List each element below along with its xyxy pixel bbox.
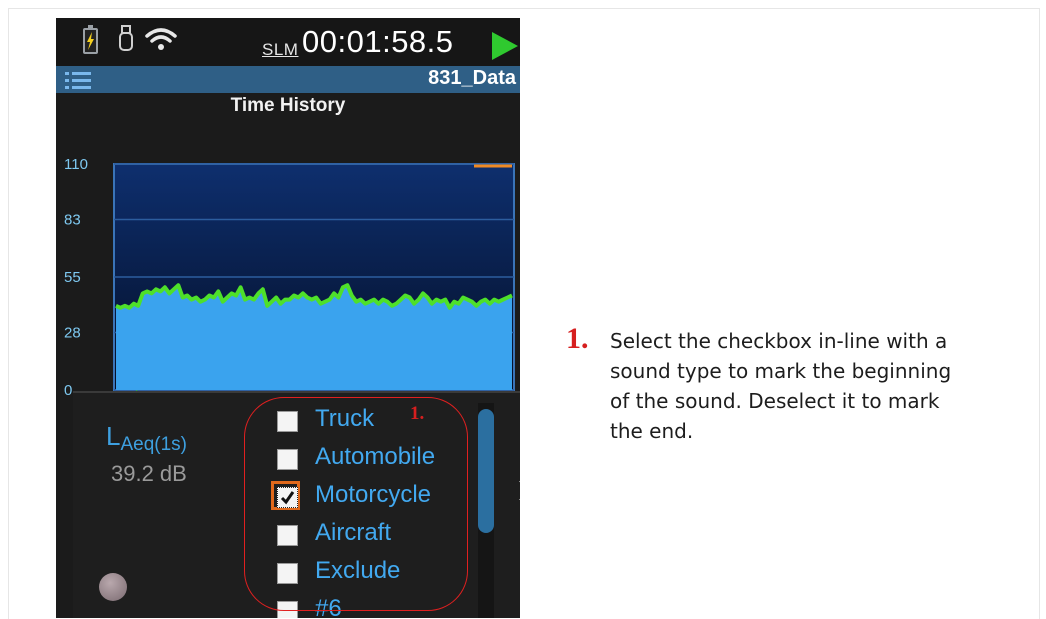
clipped-text: ) — [519, 479, 520, 502]
instruction-text: Select the checkbox in-line with a sound… — [610, 329, 952, 443]
time-history-chart: 110 83 55 28 0 — [64, 156, 515, 400]
title-bar: 831_Data — [56, 66, 520, 93]
metric-subscript: Aeq(1s) — [120, 434, 187, 455]
annotation-highlight — [244, 397, 468, 611]
scrollbar-thumb[interactable] — [478, 409, 494, 533]
y-tick-label: 0 — [64, 382, 72, 399]
metric-value: 39.2 dB — [111, 461, 187, 486]
y-tick-label: 110 — [64, 156, 88, 173]
status-bar: SLM 00:01:58.5 — [56, 18, 520, 66]
y-tick-label: 83 — [64, 211, 81, 228]
play-icon[interactable] — [490, 30, 520, 62]
instruction-number: 1. — [566, 322, 589, 355]
menu-icon[interactable] — [64, 70, 92, 90]
status-led — [99, 573, 127, 601]
file-name: 831_Data — [428, 67, 516, 89]
wifi-icon — [145, 28, 177, 50]
y-tick-label: 28 — [64, 324, 81, 341]
metric-main: L — [106, 421, 121, 451]
mode-label: SLM — [262, 40, 299, 59]
screen-title: Time History — [230, 95, 346, 116]
scrollbar[interactable] — [478, 403, 494, 618]
elapsed-timer: 00:01:58.5 — [302, 24, 454, 59]
metric-label: LAeq(1s) — [106, 421, 187, 455]
usb-icon — [119, 25, 133, 51]
y-tick-label: 55 — [64, 269, 81, 286]
annotation-marker: 1. — [410, 403, 425, 424]
battery-charging-icon — [83, 25, 98, 54]
